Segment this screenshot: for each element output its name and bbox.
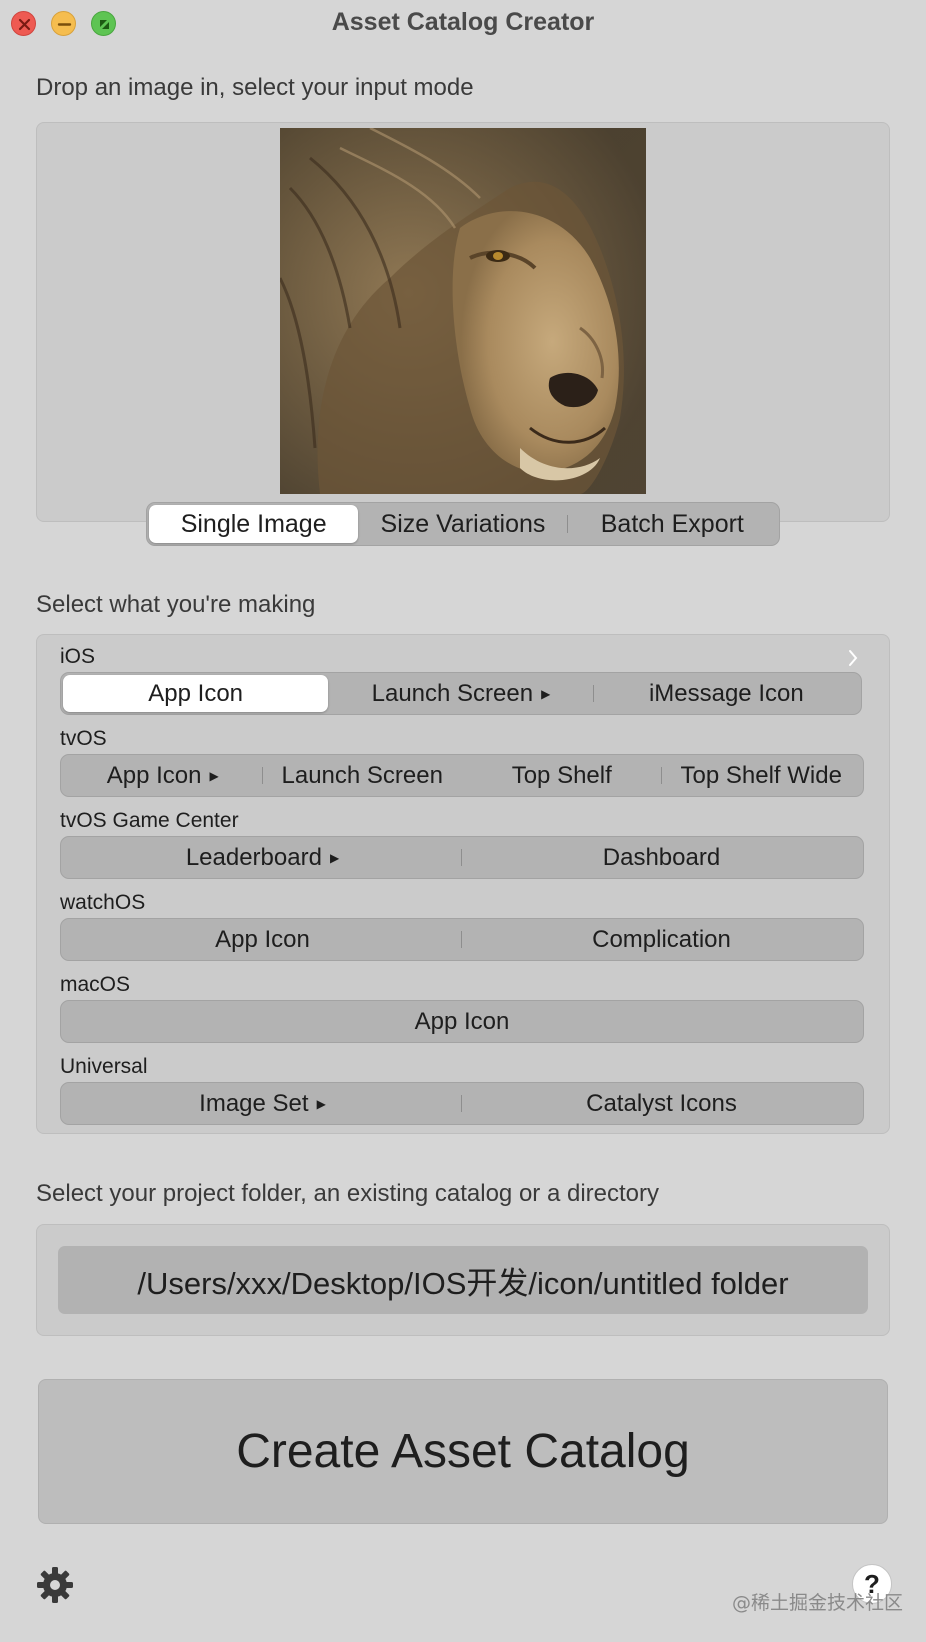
game-center-leaderboard[interactable]: Leaderboard ▶ (63, 839, 462, 876)
window-title: Asset Catalog Creator (331, 8, 595, 36)
universal-image-set[interactable]: Image Set ▶ (63, 1085, 462, 1122)
game-center-dashboard[interactable]: Dashboard (462, 839, 861, 876)
ios-app-icon[interactable]: App Icon (63, 675, 329, 712)
project-folder-path-field[interactable]: /Users/xxx/Desktop/IOS开发/icon/untitled f… (58, 1246, 868, 1314)
watchos-complication[interactable]: Complication (462, 921, 861, 958)
chevron-right-icon[interactable] (846, 648, 860, 668)
triangle-right-icon: ▶ (541, 686, 551, 701)
lion-photo (280, 128, 646, 494)
watchos-app-icon[interactable]: App Icon (63, 921, 462, 958)
input-mode-control[interactable]: Single Image Size Variations Batch Expor… (146, 502, 780, 546)
triangle-right-icon: ▶ (316, 1096, 326, 1111)
input-mode-size-variations[interactable]: Size Variations (358, 505, 568, 543)
platform-label-ios: iOS (60, 645, 96, 668)
tvos-top-shelf[interactable]: Top Shelf (462, 757, 662, 794)
platform-label-watchos: watchOS (60, 891, 146, 914)
create-asset-catalog-button[interactable]: Create Asset Catalog (38, 1379, 888, 1524)
making-section-label: Select what you're making (36, 591, 316, 618)
tvos-launch-screen[interactable]: Launch Screen (263, 757, 463, 794)
platform-label-universal: Universal (60, 1055, 148, 1078)
triangle-right-icon: ▶ (209, 768, 219, 783)
macos-segment-control[interactable]: App Icon (60, 1000, 864, 1043)
ios-segment-control[interactable]: App Icon Launch Screen ▶ iMessage Icon (60, 672, 862, 715)
watermark-text: @稀土掘金技术社区 (732, 1592, 904, 1614)
triangle-right-icon: ▶ (329, 850, 340, 865)
gear-icon[interactable] (36, 1566, 74, 1604)
folder-section-label: Select your project folder, an existing … (36, 1180, 659, 1207)
input-mode-single-image[interactable]: Single Image (149, 505, 359, 543)
universal-catalyst-icons[interactable]: Catalyst Icons (462, 1085, 861, 1122)
input-mode-batch-export[interactable]: Batch Export (568, 505, 777, 543)
tvos-app-icon[interactable]: App Icon ▶ (63, 757, 263, 794)
tvos-top-shelf-wide[interactable]: Top Shelf Wide (662, 757, 862, 794)
tvos-segment-control[interactable]: App Icon ▶ Launch Screen Top Shelf Top Sh… (60, 754, 864, 797)
ios-launch-screen[interactable]: Launch Screen ▶ (328, 675, 594, 712)
title-bar: Asset Catalog Creator (0, 0, 926, 46)
macos-app-icon[interactable]: App Icon (63, 1003, 861, 1040)
watchos-segment-control[interactable]: App Icon Complication (60, 918, 864, 961)
platform-label-tvos-game-center: tvOS Game Center (60, 809, 239, 832)
universal-segment-control[interactable]: Image Set ▶ Catalyst Icons (60, 1082, 864, 1125)
platform-label-macos: macOS (60, 973, 131, 996)
platform-label-tvos: tvOS (60, 727, 107, 750)
tvos-game-center-segment-control[interactable]: Leaderboard ▶ Dashboard (60, 836, 864, 879)
image-section-label: Drop an image in, select your input mode (36, 74, 474, 101)
ios-imessage-icon[interactable]: iMessage Icon (594, 675, 859, 712)
